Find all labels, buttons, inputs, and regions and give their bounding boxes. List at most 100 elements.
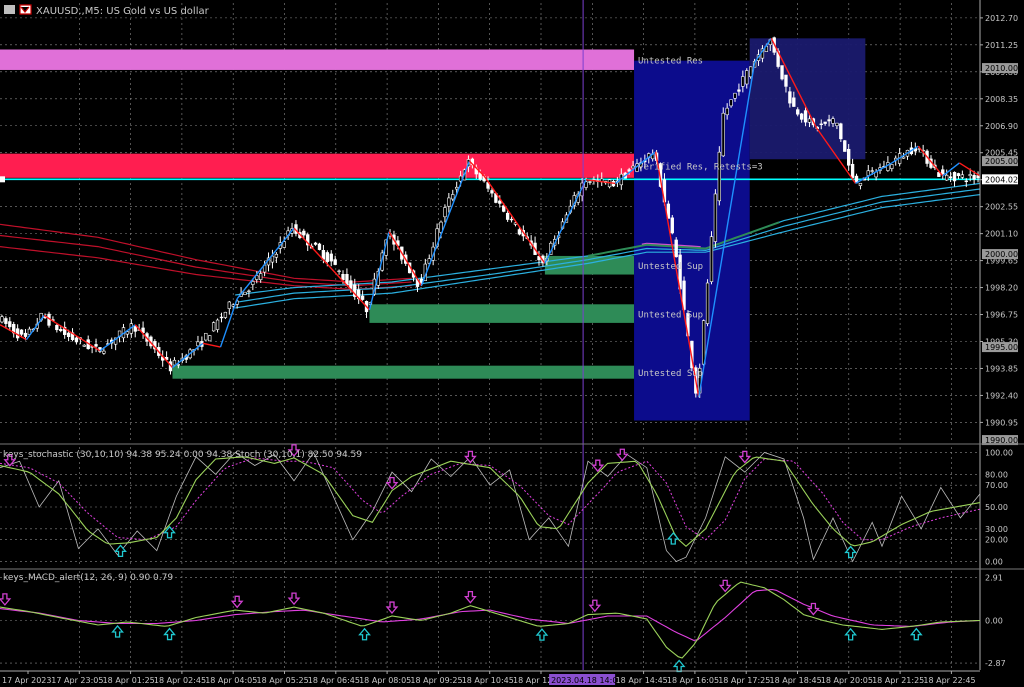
candle-body bbox=[956, 173, 961, 177]
candle-body bbox=[945, 174, 949, 181]
macd-tick-label: 0.00 bbox=[985, 617, 1003, 626]
candle-body bbox=[455, 186, 459, 190]
candle-body bbox=[588, 181, 592, 183]
candle-body bbox=[799, 113, 804, 120]
price-tag-label: 2010.00 bbox=[985, 64, 1018, 73]
candle-body bbox=[737, 89, 741, 92]
candle-body bbox=[325, 252, 329, 262]
candle-body bbox=[443, 207, 447, 218]
chart-canvas: XAUUSD.,M5: US Gold vs US dollar Unteste… bbox=[0, 0, 1024, 687]
candle-body bbox=[964, 180, 968, 183]
y-tick-label: 2008.35 bbox=[985, 95, 1018, 104]
x-tick-label: 17 Apr 2023 bbox=[2, 676, 51, 685]
candle-body bbox=[941, 169, 945, 175]
stoch-tick-label: 80.00 bbox=[985, 470, 1008, 479]
candle-body bbox=[0, 316, 4, 323]
candle-body bbox=[451, 194, 455, 200]
candle-body bbox=[176, 364, 181, 366]
price-tag-label: 2000.00 bbox=[985, 250, 1018, 259]
zone-label: Verified Res, Retests=3 bbox=[638, 163, 763, 173]
macd-tick-label: 2.91 bbox=[985, 573, 1003, 582]
candle-body bbox=[82, 344, 86, 347]
candle-body bbox=[713, 193, 718, 242]
y-tick-label: 2002.55 bbox=[985, 203, 1018, 212]
candle-body bbox=[94, 344, 98, 347]
candle-body bbox=[745, 70, 749, 85]
y-tick-label: 2006.90 bbox=[985, 122, 1018, 131]
candle-body bbox=[59, 328, 63, 332]
zone-label: Untested Res bbox=[638, 57, 703, 67]
y-tick-label: 2011.25 bbox=[985, 41, 1018, 50]
zone-label: Untested Sup bbox=[638, 369, 703, 379]
macd-header: keys_MACD_alert(12, 26, 9) 0.90 0.79 bbox=[3, 573, 173, 583]
y-tick-label: 1992.40 bbox=[985, 391, 1018, 400]
candle-body bbox=[717, 151, 721, 202]
candle-body bbox=[227, 301, 231, 309]
y-tick-label: 2001.10 bbox=[985, 230, 1018, 239]
zone-support bbox=[369, 304, 635, 323]
candle-body bbox=[827, 119, 831, 122]
price-tag-label: 2005.00 bbox=[985, 157, 1018, 166]
candle-body bbox=[490, 190, 494, 194]
candle-body bbox=[670, 217, 674, 234]
x-tick-label: 18 Apr 02:45 bbox=[154, 676, 206, 685]
candle-body bbox=[447, 197, 451, 207]
macd-tick-label: -2.87 bbox=[985, 659, 1006, 668]
candle-body bbox=[133, 325, 137, 332]
candle-body bbox=[66, 332, 71, 337]
y-tick-label: 1993.85 bbox=[985, 364, 1018, 373]
candle-body bbox=[901, 156, 906, 159]
candle-body bbox=[847, 148, 851, 166]
chart-window-icon bbox=[4, 5, 15, 14]
candle-body bbox=[960, 174, 965, 178]
range-box bbox=[749, 38, 866, 160]
candle-body bbox=[807, 118, 812, 123]
x-tick-label: 18 Apr 20:05 bbox=[821, 676, 873, 685]
candle-body bbox=[886, 162, 890, 171]
candle-body bbox=[870, 170, 874, 172]
candle-body bbox=[219, 316, 224, 319]
candle-body bbox=[972, 174, 976, 180]
candle-body bbox=[733, 92, 737, 99]
price-tag-label: 1995.00 bbox=[985, 343, 1018, 352]
x-tick-label: 18 Apr 10:45 bbox=[462, 676, 514, 685]
candle-body bbox=[19, 329, 24, 335]
candle-body bbox=[780, 65, 784, 80]
y-tick-label: 1996.75 bbox=[985, 311, 1018, 320]
candle-body bbox=[251, 281, 255, 285]
stochastic-header: keys_stochastic (30,10,10) 94.38 95.24 0… bbox=[3, 450, 362, 460]
zone-resistance_top bbox=[0, 49, 635, 70]
x-tick-label: 18 Apr 05:25 bbox=[257, 676, 309, 685]
candle-body bbox=[313, 242, 318, 245]
candle-body bbox=[631, 165, 635, 169]
candle-body bbox=[968, 174, 972, 177]
candle-body bbox=[725, 107, 729, 116]
candle-body bbox=[674, 239, 678, 258]
candle-body bbox=[952, 171, 957, 182]
candle-body bbox=[843, 140, 847, 152]
candle-body bbox=[509, 218, 514, 221]
candle-body bbox=[317, 243, 322, 250]
stoch-tick-label: 0.00 bbox=[985, 558, 1003, 567]
x-tick-label: 18 Apr 04:05 bbox=[205, 676, 257, 685]
stoch-tick-label: 30.00 bbox=[985, 525, 1008, 534]
x-tick-label: 18 Apr 14:45 bbox=[616, 676, 668, 685]
candle-body bbox=[208, 335, 212, 342]
zone-resistance bbox=[0, 153, 635, 178]
candle-body bbox=[8, 321, 12, 328]
candle-body bbox=[823, 121, 827, 124]
candle-body bbox=[498, 200, 502, 204]
candle-body bbox=[247, 290, 251, 293]
candle-body bbox=[329, 253, 333, 262]
candle-body bbox=[345, 273, 349, 286]
candle-body bbox=[211, 322, 216, 332]
x-tick-label: 18 Apr 21:25 bbox=[872, 676, 924, 685]
candle-body bbox=[360, 295, 365, 300]
candle-body bbox=[784, 74, 788, 87]
x-tick-label: 18 Apr 01:25 bbox=[103, 676, 155, 685]
stoch-tick-label: 20.00 bbox=[985, 536, 1008, 545]
candle-body bbox=[803, 110, 808, 123]
stoch-tick-label: 50.00 bbox=[985, 503, 1008, 512]
candle-body bbox=[274, 253, 279, 258]
candle-body bbox=[215, 319, 220, 330]
